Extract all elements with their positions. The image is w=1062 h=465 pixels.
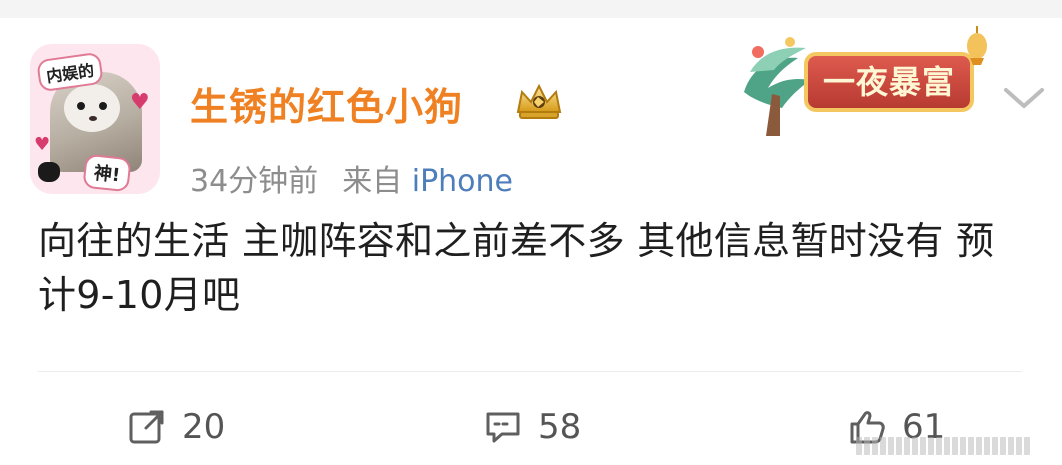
- avatar-nose: [89, 116, 97, 121]
- repost-button[interactable]: 20: [126, 392, 225, 462]
- post-meta: 34分钟前 来自 iPhone: [190, 156, 513, 200]
- heart-icon: ♥: [130, 90, 150, 115]
- cat-icon: [38, 162, 60, 182]
- post-content: 向往的生活 主咖阵容和之前差不多 其他信息暂时没有 预计9-10月吧: [38, 219, 995, 317]
- avatar-eye-right: [99, 102, 107, 110]
- repost-icon: [129, 410, 164, 444]
- comment-button[interactable]: 58: [482, 392, 581, 462]
- watermark-bars: [856, 437, 1042, 455]
- avatar-head-shape: [64, 84, 120, 132]
- avatar[interactable]: 内娱的 神! ♥ ♥: [30, 44, 160, 194]
- avatar-tag-bottom: 神!: [82, 153, 132, 193]
- badge-label: 一夜暴富: [804, 52, 974, 112]
- weibo-post-card: 内娱的 神! ♥ ♥ 生锈的红色小狗 34分钟前 来自 iPhone 一夜暴富 …: [0, 18, 1062, 465]
- repost-count: 20: [182, 407, 226, 447]
- avatar-frame: 内娱的 神! ♥ ♥: [30, 44, 160, 194]
- post-time: 34分钟前: [190, 164, 319, 199]
- action-divider: [38, 371, 1022, 372]
- top-divider: [0, 0, 1062, 18]
- heart-icon: ♥: [34, 134, 51, 155]
- lantern-icon: [967, 26, 987, 65]
- post-source-link[interactable]: iPhone: [412, 164, 513, 199]
- post-source-prefix: 来自: [342, 164, 412, 199]
- crown-icon: [516, 83, 562, 119]
- chevron-down-icon[interactable]: [1000, 84, 1048, 114]
- comment-icon: [486, 412, 520, 443]
- festive-badge[interactable]: 一夜暴富: [728, 18, 1000, 136]
- comment-count: 58: [538, 407, 582, 447]
- author-name[interactable]: 生锈的红色小狗: [190, 76, 463, 131]
- avatar-eye-left: [77, 102, 85, 110]
